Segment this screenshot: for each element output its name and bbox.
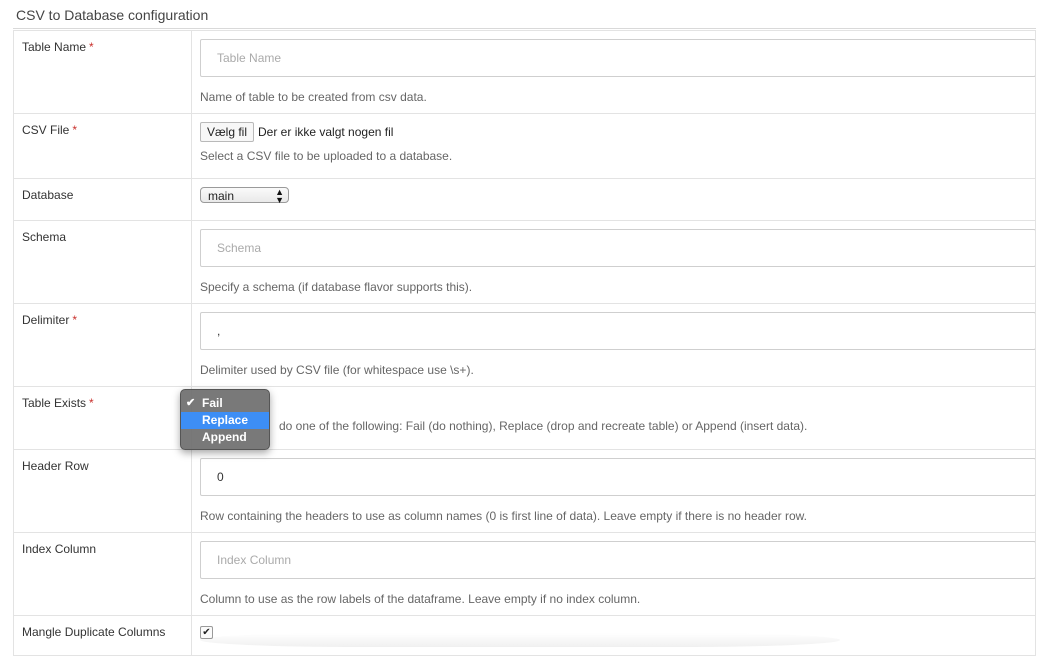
input-cell: Name of table to be created from csv dat…	[191, 30, 1036, 114]
label-cell: Index Column	[13, 532, 192, 616]
required-marker: *	[89, 396, 94, 410]
header-row-help: Row containing the headers to use as col…	[200, 509, 807, 523]
input-cell: main ▲ ▼	[191, 178, 1036, 221]
label-cell: CSV File *	[13, 113, 192, 179]
csv-file-help: Select a CSV file to be uploaded to a da…	[200, 149, 453, 163]
dropdown-option-replace[interactable]: Replace	[181, 412, 269, 429]
label-cell: Database	[13, 178, 192, 221]
choose-file-button[interactable]: Vælg fil	[200, 122, 255, 142]
row-header-row: Header Row Row containing the headers to…	[13, 449, 1036, 533]
row-delimiter: Delimiter* Delimiter used by CSV file (f…	[13, 303, 1036, 387]
file-status-text: Der er ikke valgt nogen fil	[258, 125, 394, 139]
label-cell: Table Exists *	[13, 386, 192, 450]
schema-help: Specify a schema (if database flavor sup…	[200, 280, 473, 294]
input-cell: Delimiter used by CSV file (for whitespa…	[191, 303, 1036, 387]
row-schema: Schema Specify a schema (if database fla…	[13, 220, 1036, 304]
csv-file-label: CSV File	[22, 123, 70, 137]
table-name-label: Table Name	[22, 40, 87, 54]
index-column-label: Index Column	[22, 542, 97, 556]
label-cell: Table Name *	[13, 30, 192, 114]
check-icon: ✔	[202, 627, 211, 638]
bottom-shadow	[200, 633, 840, 647]
table-exists-dropdown[interactable]: ✔ Fail Replace Append	[180, 389, 270, 450]
header-row-input[interactable]	[200, 458, 1036, 496]
label-cell: Schema	[13, 220, 192, 304]
label-cell: Delimiter *	[13, 303, 192, 387]
updown-chevron-icon: ▲ ▼	[275, 187, 284, 205]
required-marker: *	[72, 123, 78, 137]
input-cell: Row containing the headers to use as col…	[191, 449, 1036, 533]
input-cell: do one of the following: Fail (do nothin…	[191, 386, 1036, 450]
delimiter-help: Delimiter used by CSV file (for whitespa…	[200, 363, 474, 377]
delimiter-label: Delimiter	[22, 313, 70, 327]
page-title: CSV to Database configuration	[16, 7, 209, 23]
input-cell: Column to use as the row labels of the d…	[191, 532, 1036, 616]
schema-label: Schema	[22, 230, 67, 244]
label-cell: Header Row	[13, 449, 192, 533]
option-label: Append	[202, 430, 247, 444]
dropdown-option-fail[interactable]: ✔ Fail	[181, 395, 269, 412]
required-marker: *	[89, 40, 94, 54]
schema-input[interactable]	[200, 229, 1036, 267]
table-exists-label: Table Exists	[22, 396, 87, 410]
database-label: Database	[22, 188, 74, 202]
table-name-help: Name of table to be created from csv dat…	[200, 90, 427, 104]
required-marker: *	[72, 313, 78, 327]
mangle-duplicate-columns-label: Mangle Duplicate Columns	[22, 625, 166, 639]
index-column-help: Column to use as the row labels of the d…	[200, 592, 641, 606]
header-row-label: Header Row	[22, 459, 89, 473]
row-table-name: Table Name* Name of table to be created …	[13, 30, 1036, 114]
check-icon: ✔	[186, 397, 196, 409]
row-database: Database main ▲ ▼	[13, 178, 1036, 221]
config-form-table: Table Name* Name of table to be created …	[13, 30, 1036, 656]
delimiter-input[interactable]	[200, 312, 1036, 350]
table-exists-help: do one of the following: Fail (do nothin…	[279, 419, 808, 433]
title-divider	[13, 28, 1036, 29]
table-name-input[interactable]	[200, 39, 1036, 77]
database-select[interactable]: main ▲ ▼	[200, 187, 289, 205]
option-label: Replace	[202, 413, 249, 427]
row-table-exists: Table Exists * do one of the following: F…	[13, 386, 1036, 450]
input-cell: Specify a schema (if database flavor sup…	[191, 220, 1036, 304]
database-selected-value: main	[208, 189, 235, 203]
row-index-column: Index Column Column to use as the row la…	[13, 532, 1036, 616]
input-cell: Vælg fil Der er ikke valgt nogen fil Sele…	[191, 113, 1036, 179]
dropdown-option-append[interactable]: Append	[181, 429, 269, 446]
row-csv-file: CSV File * Vælg fil Der er ikke valgt noge…	[13, 113, 1036, 179]
label-cell: Mangle Duplicate Columns	[13, 615, 192, 656]
index-column-input[interactable]	[200, 541, 1036, 579]
option-label: Fail	[202, 396, 223, 410]
